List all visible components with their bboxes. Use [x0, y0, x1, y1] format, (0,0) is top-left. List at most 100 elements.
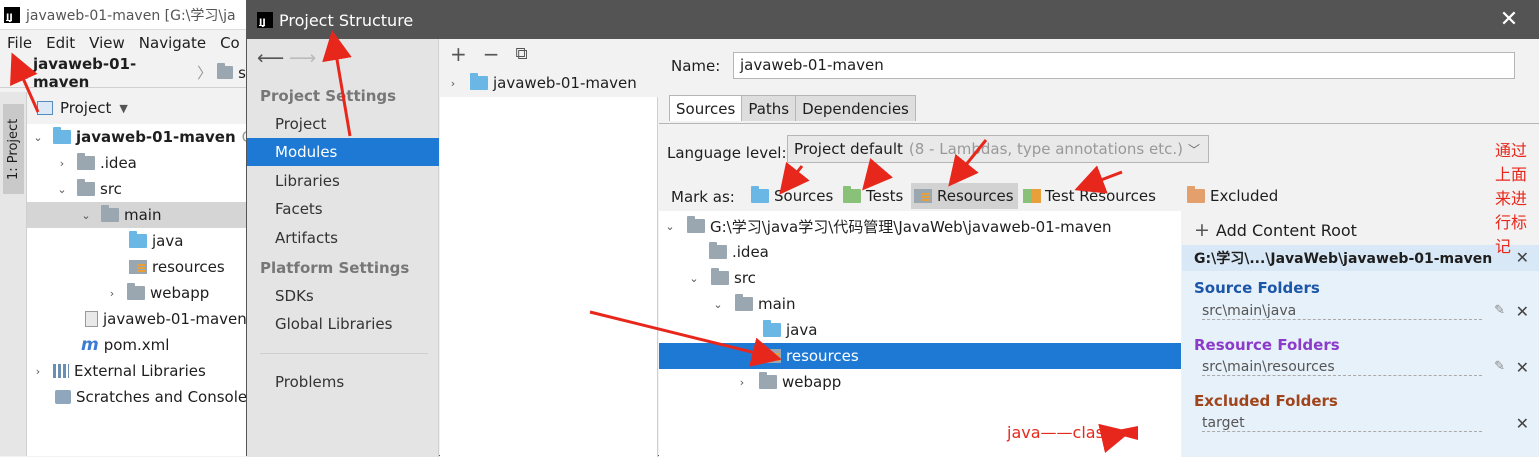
- tree-item-pom[interactable]: m pom.xml: [27, 332, 260, 358]
- tab-sources[interactable]: Sources: [669, 95, 743, 121]
- tree-item-main[interactable]: ⌄ main: [27, 202, 260, 228]
- edit-icon[interactable]: ✎: [1494, 359, 1505, 374]
- tree-node-webapp[interactable]: › webapp: [659, 369, 1181, 395]
- mark-tests-button[interactable]: Tests: [843, 183, 903, 209]
- nav-item-sdks[interactable]: SDKs: [247, 282, 439, 310]
- module-folder-icon: [12, 63, 28, 79]
- menu-view[interactable]: View: [89, 34, 125, 52]
- tree-label: .idea: [732, 243, 769, 261]
- maven-icon: m: [81, 335, 99, 355]
- mark-sources-button[interactable]: Sources: [751, 183, 833, 209]
- nav-item-modules[interactable]: Modules: [247, 138, 439, 166]
- copy-icon[interactable]: ⧉: [516, 44, 528, 64]
- language-level-hint: (8 - Lambdas, type annotations etc.): [908, 140, 1183, 158]
- test-folder-icon: [843, 186, 861, 203]
- tree-label: resources: [786, 347, 859, 365]
- remove-resource-icon[interactable]: ✕: [1516, 358, 1529, 377]
- folders-summary: Source Folders src\main\java ✎ ✕ Resourc…: [1182, 271, 1539, 457]
- tree-item-root[interactable]: ⌄ javaweb-01-maven G:: [27, 124, 260, 150]
- add-content-root-button[interactable]: + Add Content Root: [1194, 219, 1357, 241]
- tree-label: java: [152, 232, 184, 250]
- excluded-folder-icon: [1187, 186, 1205, 203]
- mark-excluded-label: Excluded: [1210, 187, 1279, 205]
- nav-item-problems[interactable]: Problems: [247, 368, 439, 396]
- tree-label: src: [734, 269, 756, 287]
- tree-item-resources[interactable]: resources: [27, 254, 260, 280]
- library-icon: [53, 364, 69, 378]
- test-resources-folder-icon: [1023, 189, 1041, 203]
- back-arrow-icon[interactable]: ⟵: [257, 47, 284, 69]
- language-level-select[interactable]: Project default (8 - Lambdas, type annot…: [787, 135, 1209, 163]
- menu-edit[interactable]: Edit: [46, 34, 75, 52]
- tree-node-java[interactable]: java: [659, 317, 1181, 343]
- forward-arrow-icon[interactable]: ⟶: [289, 47, 316, 69]
- mark-resources-button[interactable]: Resources: [911, 183, 1018, 209]
- resource-folders-header: Resource Folders: [1194, 336, 1340, 354]
- tree-label: src: [100, 180, 122, 198]
- tree-node-src[interactable]: ⌄ src: [659, 265, 1181, 291]
- nav-item-facets[interactable]: Facets: [247, 195, 439, 223]
- tab-paths[interactable]: Paths: [741, 95, 797, 121]
- module-item[interactable]: › javaweb-01-maven: [440, 69, 658, 97]
- scratches-icon: [55, 390, 71, 404]
- tree-label: .idea: [100, 154, 137, 172]
- tree-item-idea[interactable]: › .idea: [27, 150, 260, 176]
- chevron-down-icon: ﹀: [1187, 143, 1200, 157]
- module-name-input[interactable]: javaweb-01-maven: [733, 52, 1515, 79]
- mark-sources-label: Sources: [774, 187, 834, 205]
- chevron-down-icon: ⌄: [57, 182, 67, 196]
- add-icon[interactable]: +: [450, 42, 467, 66]
- tree-label: java: [786, 321, 818, 339]
- tree-item-webapp[interactable]: › webapp: [27, 280, 260, 306]
- tree-label: resources: [152, 258, 225, 276]
- add-content-root-label: Add Content Root: [1215, 220, 1357, 240]
- tree-node-idea[interactable]: .idea: [659, 239, 1181, 265]
- module-folder-icon: [470, 73, 488, 90]
- plus-icon: +: [1194, 219, 1210, 241]
- remove-excluded-icon[interactable]: ✕: [1516, 414, 1529, 433]
- menu-code[interactable]: Co: [220, 34, 240, 52]
- chevron-down-icon: ⌄: [689, 271, 699, 285]
- nav-item-libraries[interactable]: Libraries: [247, 167, 439, 195]
- mark-excluded-button[interactable]: Excluded: [1187, 183, 1278, 209]
- tree-node-resources[interactable]: resources: [659, 343, 1181, 369]
- module-settings-panel: Name: javaweb-01-maven Sources Paths Dep…: [659, 39, 1539, 457]
- settings-nav: ⟵ ⟶ Project Settings Project Modules Lib…: [247, 39, 439, 457]
- remove-icon[interactable]: −: [483, 42, 500, 66]
- chevron-right-icon: ›: [450, 76, 456, 90]
- mark-tests-label: Tests: [866, 187, 904, 205]
- web-folder-icon: [127, 283, 145, 300]
- project-tool-tab[interactable]: 1: Project: [3, 104, 24, 194]
- menu-file[interactable]: File: [7, 34, 32, 52]
- chevron-down-icon: ⌄: [713, 297, 723, 311]
- tree-item-scratches[interactable]: Scratches and Consoles: [27, 384, 260, 410]
- folder-icon: [77, 179, 95, 196]
- edit-icon[interactable]: ✎: [1494, 303, 1505, 318]
- source-folders-header: Source Folders: [1194, 279, 1320, 297]
- menu-navigate[interactable]: Navigate: [139, 34, 206, 52]
- tab-dependencies[interactable]: Dependencies: [795, 95, 916, 121]
- close-icon[interactable]: ✕: [1498, 9, 1520, 31]
- tree-item-src[interactable]: ⌄ src: [27, 176, 260, 202]
- content-root-node[interactable]: ⌄ G:\学习\java学习\代码管理\JavaWeb\javaweb-01-m…: [659, 213, 1181, 239]
- dialog-title: Project Structure: [279, 10, 414, 30]
- tree-label: G:\学习\java学习\代码管理\JavaWeb\javaweb-01-mav…: [710, 217, 1112, 236]
- mark-test-resources-label: Test Resources: [1045, 187, 1156, 205]
- breadcrumb-project[interactable]: javaweb-01-maven: [33, 55, 192, 91]
- chevron-down-icon: ⌄: [81, 208, 91, 222]
- tree-item-external-libraries[interactable]: › External Libraries: [27, 358, 260, 384]
- chevron-down-icon: ▼: [119, 101, 128, 115]
- content-root-path-label: G:\学习\...\JavaWeb\javaweb-01-maven: [1194, 251, 1493, 267]
- tree-item-java[interactable]: java: [27, 228, 260, 254]
- tree-item-iml[interactable]: javaweb-01-maven.i: [27, 306, 260, 332]
- resources-folder-icon: [763, 349, 781, 363]
- project-view-header[interactable]: Project ▼: [27, 94, 260, 122]
- remove-source-icon[interactable]: ✕: [1516, 302, 1529, 321]
- tree-node-main[interactable]: ⌄ main: [659, 291, 1181, 317]
- nav-item-project[interactable]: Project: [247, 110, 439, 138]
- nav-item-global-libraries[interactable]: Global Libraries: [247, 310, 439, 338]
- annotation-java-class: java——class: [1007, 423, 1113, 442]
- mark-test-resources-button[interactable]: Test Resources: [1023, 183, 1156, 209]
- breadcrumb: javaweb-01-maven 〉 src: [0, 55, 260, 91]
- nav-item-artifacts[interactable]: Artifacts: [247, 224, 439, 252]
